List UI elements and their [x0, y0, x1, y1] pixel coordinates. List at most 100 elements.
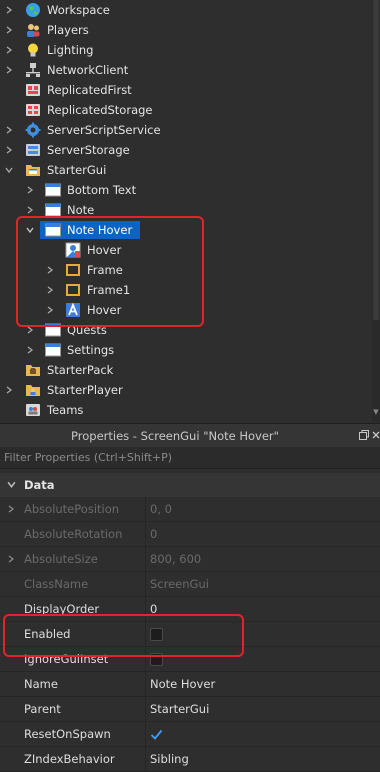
screengui-icon: [45, 322, 61, 338]
chevron-right-icon[interactable]: [4, 60, 14, 80]
undock-icon[interactable]: [358, 429, 370, 441]
enabled-checkbox[interactable]: [150, 628, 163, 641]
property-row-displayorder[interactable]: DisplayOrder 0: [0, 597, 380, 622]
tree-item-serverstorage[interactable]: ServerStorage: [0, 140, 372, 160]
column-divider: [145, 722, 146, 747]
chevron-right-icon[interactable]: [4, 40, 14, 60]
tree-item-quests[interactable]: Quests: [0, 320, 372, 340]
screengui-icon: [45, 222, 61, 238]
tree-item-label: StarterGui: [47, 163, 107, 177]
tree-item-bottom-text[interactable]: Bottom Text: [0, 180, 372, 200]
property-row-enabled[interactable]: Enabled: [0, 622, 380, 647]
scroll-down-arrow-icon[interactable]: ▼: [372, 408, 380, 416]
tree-item-note-hover[interactable]: Note Hover: [0, 220, 372, 240]
tree-item-lighting[interactable]: Lighting: [0, 40, 372, 60]
chevron-down-icon[interactable]: [25, 220, 35, 240]
imagelabel-icon: [65, 242, 81, 258]
property-row-resetonspawn[interactable]: ResetOnSpawn: [0, 722, 380, 747]
chevron-down-icon[interactable]: [4, 160, 14, 180]
tree-item-frame1[interactable]: Frame1: [0, 280, 372, 300]
tree-item-networkclient[interactable]: NetworkClient: [0, 60, 372, 80]
property-name: AbsoluteSize: [24, 552, 98, 566]
property-row-zindexbehavior[interactable]: ZIndexBehavior Sibling: [0, 747, 380, 772]
network-icon: [25, 62, 41, 78]
tree-item-workspace[interactable]: Workspace: [0, 0, 372, 20]
column-divider: [145, 522, 146, 547]
property-value: 0: [150, 527, 158, 541]
tree-item-players[interactable]: Players: [0, 20, 372, 40]
chevron-right-icon[interactable]: [4, 20, 14, 40]
checkmark-icon: [150, 729, 163, 740]
property-row-absoluterotation[interactable]: AbsoluteRotation 0: [0, 522, 380, 547]
screengui-icon: [45, 342, 61, 358]
properties-header: Properties - ScreenGui "Note Hover": [0, 423, 380, 448]
ignoreguiinset-checkbox[interactable]: [150, 653, 163, 666]
tree-item-frame[interactable]: Frame: [0, 260, 372, 280]
tree-item-replicatedfirst[interactable]: ReplicatedFirst: [0, 80, 372, 100]
property-value[interactable]: StarterGui: [150, 697, 209, 721]
tree-item-label: ServerScriptService: [47, 123, 161, 137]
chevron-right-icon[interactable]: [4, 120, 14, 140]
tree-item-starterpack[interactable]: StarterPack: [0, 360, 372, 380]
tree-item-note[interactable]: Note: [0, 200, 372, 220]
property-row-parent[interactable]: Parent StarterGui: [0, 697, 380, 722]
property-row-absolutesize[interactable]: AbsoluteSize 800, 600: [0, 547, 380, 572]
column-divider: [145, 647, 146, 672]
explorer-panel: Workspace Players Lighting NetworkClient…: [0, 0, 380, 422]
chevron-right-icon[interactable]: [7, 505, 15, 513]
tree-item-teams[interactable]: Teams: [0, 400, 372, 420]
property-row-name[interactable]: Name Note Hover: [0, 672, 380, 697]
property-name: DisplayOrder: [24, 602, 100, 616]
column-divider: [145, 747, 146, 772]
column-divider: [145, 697, 146, 722]
column-divider: [145, 497, 146, 522]
scrollbar-thumb[interactable]: [373, 0, 379, 320]
property-row-classname[interactable]: ClassName ScreenGui: [0, 572, 380, 597]
tree-item-label: Note: [67, 203, 95, 217]
property-value-input[interactable]: Note Hover: [150, 672, 215, 696]
chevron-down-icon[interactable]: [7, 480, 16, 489]
textlabel-icon: [65, 302, 81, 318]
globe-icon: [25, 2, 41, 18]
screengui-icon: [45, 202, 61, 218]
filter-properties-input[interactable]: [4, 449, 374, 465]
property-row-absoluteposition[interactable]: AbsolutePosition 0, 0: [0, 497, 380, 522]
tree-item-label: Hover: [87, 303, 122, 317]
close-icon[interactable]: [372, 429, 380, 441]
section-header-data[interactable]: Data: [0, 473, 380, 497]
tree-item-label: Bottom Text: [67, 183, 137, 197]
tree-item-label: ReplicatedStorage: [47, 103, 153, 117]
property-name: ZIndexBehavior: [24, 752, 115, 766]
tree-item-hover-image[interactable]: Hover: [0, 240, 372, 260]
property-name: IgnoreGuiInset: [24, 652, 109, 666]
chevron-right-icon[interactable]: [45, 260, 55, 280]
chevron-right-icon[interactable]: [4, 140, 14, 160]
tree-item-settings[interactable]: Settings: [0, 340, 372, 360]
tree-item-serverscriptservice[interactable]: ServerScriptService: [0, 120, 372, 140]
property-value-dropdown[interactable]: Sibling: [150, 747, 189, 771]
tree-item-replicatedstorage[interactable]: ReplicatedStorage: [0, 100, 372, 120]
starter-player-icon: [25, 382, 41, 398]
tree-item-startergui[interactable]: StarterGui: [0, 160, 372, 180]
chevron-right-icon[interactable]: [4, 380, 14, 400]
chevron-right-icon[interactable]: [25, 320, 35, 340]
chevron-right-icon[interactable]: [25, 180, 35, 200]
tree-item-hover-text[interactable]: Hover: [0, 300, 372, 320]
chevron-right-icon[interactable]: [7, 555, 15, 563]
property-value-input[interactable]: 0: [150, 597, 157, 621]
chevron-right-icon[interactable]: [45, 280, 55, 300]
lightbulb-icon: [25, 42, 41, 58]
explorer-scrollbar[interactable]: ▼: [372, 0, 380, 422]
tree-item-label: Hover: [87, 243, 122, 257]
resetonspawn-checkbox[interactable]: [150, 728, 163, 741]
tree-item-starterplayer[interactable]: StarterPlayer: [0, 380, 372, 400]
chevron-right-icon[interactable]: [45, 300, 55, 320]
property-row-ignoreguiinset[interactable]: IgnoreGuiInset: [0, 647, 380, 672]
folder-gui-icon: [25, 162, 41, 178]
chevron-right-icon[interactable]: [25, 340, 35, 360]
tree-item-label: StarterPlayer: [47, 383, 123, 397]
chevron-right-icon[interactable]: [25, 200, 35, 220]
column-divider: [145, 572, 146, 597]
chevron-right-icon[interactable]: [4, 0, 14, 20]
property-value: 0, 0: [150, 502, 172, 516]
